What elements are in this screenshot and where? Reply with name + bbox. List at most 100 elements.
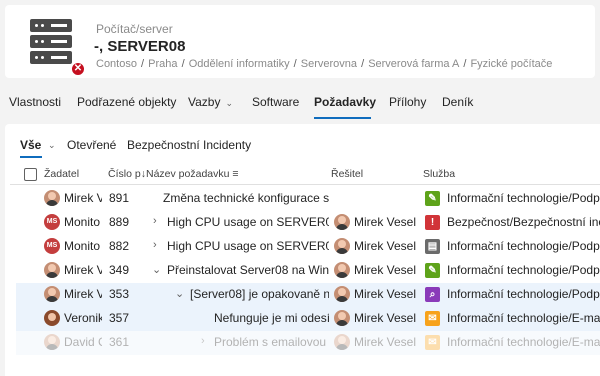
- avatar: [334, 310, 350, 326]
- column-header-name-label: Název požadavku: [146, 168, 230, 180]
- breadcrumb-item[interactable]: Praha: [148, 58, 177, 70]
- column-header-number-label: Číslo p: [108, 168, 141, 180]
- column-header-number[interactable]: Číslo p↓: [108, 168, 146, 180]
- solver: Mirek Veselý: [354, 215, 416, 229]
- avatar: [334, 214, 350, 230]
- avatar: [44, 310, 60, 326]
- table-row[interactable]: Mirek V 353 ⌄ [Server08] je opakovaně ne…: [16, 283, 600, 307]
- request-name[interactable]: High CPU usage on SERVER08: [167, 215, 329, 229]
- column-header-solver[interactable]: Řešitel: [331, 168, 363, 180]
- request-number: 889: [109, 215, 130, 229]
- requester: Veronik: [64, 311, 102, 325]
- breadcrumb-item[interactable]: Fyzické počítače: [470, 58, 552, 70]
- chevron-down-icon[interactable]: ⌄: [152, 263, 161, 276]
- table-row[interactable]: MS Monito 889 › High CPU usage on SERVER…: [16, 211, 600, 235]
- table-row[interactable]: Mirek V 891 Změna technické konfigurace …: [16, 187, 600, 211]
- table-row[interactable]: Veronik 357 Nefunguje je mi odesíla Mire…: [16, 307, 600, 331]
- service: Informační technologie/Podpůr: [447, 239, 600, 253]
- filter-icon: ≡: [232, 168, 239, 180]
- avatar: [44, 190, 60, 206]
- tab-pozadavky[interactable]: Požadavky: [314, 95, 376, 109]
- server-icon: [24, 17, 78, 67]
- table-row[interactable]: Mirek V 349 ⌄ Přeinstalovat Server08 na …: [16, 259, 600, 283]
- wrench-icon: ✎: [425, 263, 440, 278]
- tab-denik[interactable]: Deník: [442, 95, 473, 109]
- tab-vlastnosti[interactable]: Vlastnosti: [9, 95, 61, 109]
- solver: Mirek Veselý: [354, 311, 416, 325]
- request-name[interactable]: Přeinstalovat Server08 na Windo: [167, 263, 329, 277]
- requester: Monito: [64, 215, 101, 229]
- active-filter-indicator: [20, 156, 42, 158]
- tab-vazby[interactable]: Vazby ⌄: [188, 95, 233, 109]
- filter-all[interactable]: Vše: [20, 138, 41, 152]
- chevron-right-icon[interactable]: ›: [153, 239, 157, 251]
- chevron-right-icon[interactable]: ›: [201, 335, 205, 347]
- tab-vazby-label: Vazby: [188, 95, 221, 109]
- request-number: 361: [109, 335, 130, 349]
- request-name[interactable]: [Server08] je opakovaně ne: [190, 287, 329, 301]
- active-tab-indicator: [314, 117, 371, 119]
- service: Informační technologie/Podpůr: [447, 191, 600, 205]
- requester: Mirek V: [64, 191, 102, 205]
- request-number: 349: [109, 263, 130, 277]
- service: Informační technologie/E-mail: [447, 311, 600, 325]
- avatar: [44, 334, 60, 350]
- solver: Mirek Veselý: [354, 335, 416, 349]
- warning-icon: !: [425, 215, 440, 230]
- column-header-service[interactable]: Služba: [423, 168, 455, 180]
- breadcrumb: Contoso / Praha / Oddělení informatiky /…: [96, 58, 553, 70]
- chevron-down-icon[interactable]: ⌄: [48, 140, 56, 151]
- column-header-requester[interactable]: Žadatel: [44, 168, 79, 180]
- mail-icon: ✉: [425, 311, 440, 326]
- chevron-right-icon[interactable]: ›: [153, 215, 157, 227]
- solver: Mirek Veselý: [354, 263, 416, 277]
- object-type: Počítač/server: [96, 22, 173, 36]
- requester: Mirek V: [64, 263, 102, 277]
- avatar: [334, 238, 350, 254]
- filter-security-incidents[interactable]: Bezpečnostní Incidenty: [127, 138, 251, 152]
- search-icon: ⌕: [425, 287, 440, 302]
- tab-bar: Vlastnosti Podřazené objekty Vazby ⌄ Soft…: [0, 86, 600, 120]
- object-header: ✕ Počítač/server -, SERVER08 Contoso / P…: [5, 5, 595, 78]
- mail-icon: ✉: [425, 335, 440, 350]
- requests-panel: Vše ⌄ Otevřené Bezpečnostní Incidenty Ža…: [5, 124, 600, 376]
- table-row[interactable]: David C 361 › Problém s emailovou s Mire…: [16, 331, 600, 355]
- request-number: 891: [109, 191, 130, 205]
- tab-prilohy[interactable]: Přílohy: [389, 95, 426, 109]
- column-header-name[interactable]: Název požadavku ≡: [146, 168, 239, 180]
- document-icon: ▤: [425, 239, 440, 254]
- tab-software[interactable]: Software: [252, 95, 299, 109]
- request-name[interactable]: Změna technické konfigurace ser: [163, 191, 329, 205]
- request-name[interactable]: Nefunguje je mi odesíla: [214, 311, 329, 325]
- request-number: 357: [109, 311, 130, 325]
- breadcrumb-item[interactable]: Serverová farma A: [368, 58, 459, 70]
- breadcrumb-item[interactable]: Contoso: [96, 58, 137, 70]
- service: Informační technologie/E-mail: [447, 335, 600, 349]
- requester: Mirek V: [64, 287, 102, 301]
- tab-podrazene-objekty[interactable]: Podřazené objekty: [77, 95, 176, 109]
- filter-open[interactable]: Otevřené: [67, 138, 116, 152]
- solver: Mirek Veselý: [354, 239, 416, 253]
- wrench-icon: ✎: [425, 191, 440, 206]
- avatar: [44, 286, 60, 302]
- error-icon: ✕: [70, 61, 86, 77]
- avatar: MS: [44, 214, 60, 230]
- avatar: [334, 334, 350, 350]
- divider: [10, 184, 600, 185]
- request-name[interactable]: High CPU usage on SERVER08: [167, 239, 329, 253]
- breadcrumb-item[interactable]: Serverovna: [301, 58, 357, 70]
- avatar: [44, 262, 60, 278]
- request-name[interactable]: Problém s emailovou s: [214, 335, 329, 349]
- chevron-down-icon[interactable]: ⌄: [175, 287, 184, 300]
- requester: David C: [64, 335, 102, 349]
- request-number: 882: [109, 239, 130, 253]
- request-number: 353: [109, 287, 130, 301]
- breadcrumb-item[interactable]: Oddělení informatiky: [189, 58, 290, 70]
- table-row[interactable]: MS Monito 882 › High CPU usage on SERVER…: [16, 235, 600, 259]
- service: Bezpečnost/Bezpečnostní incid: [447, 215, 600, 229]
- service: Informační technologie/Podpůr: [447, 263, 600, 277]
- service: Informační technologie/Podpůr: [447, 287, 600, 301]
- avatar: [334, 286, 350, 302]
- select-all-checkbox[interactable]: [24, 168, 37, 181]
- solver: Mirek Veselý: [354, 287, 416, 301]
